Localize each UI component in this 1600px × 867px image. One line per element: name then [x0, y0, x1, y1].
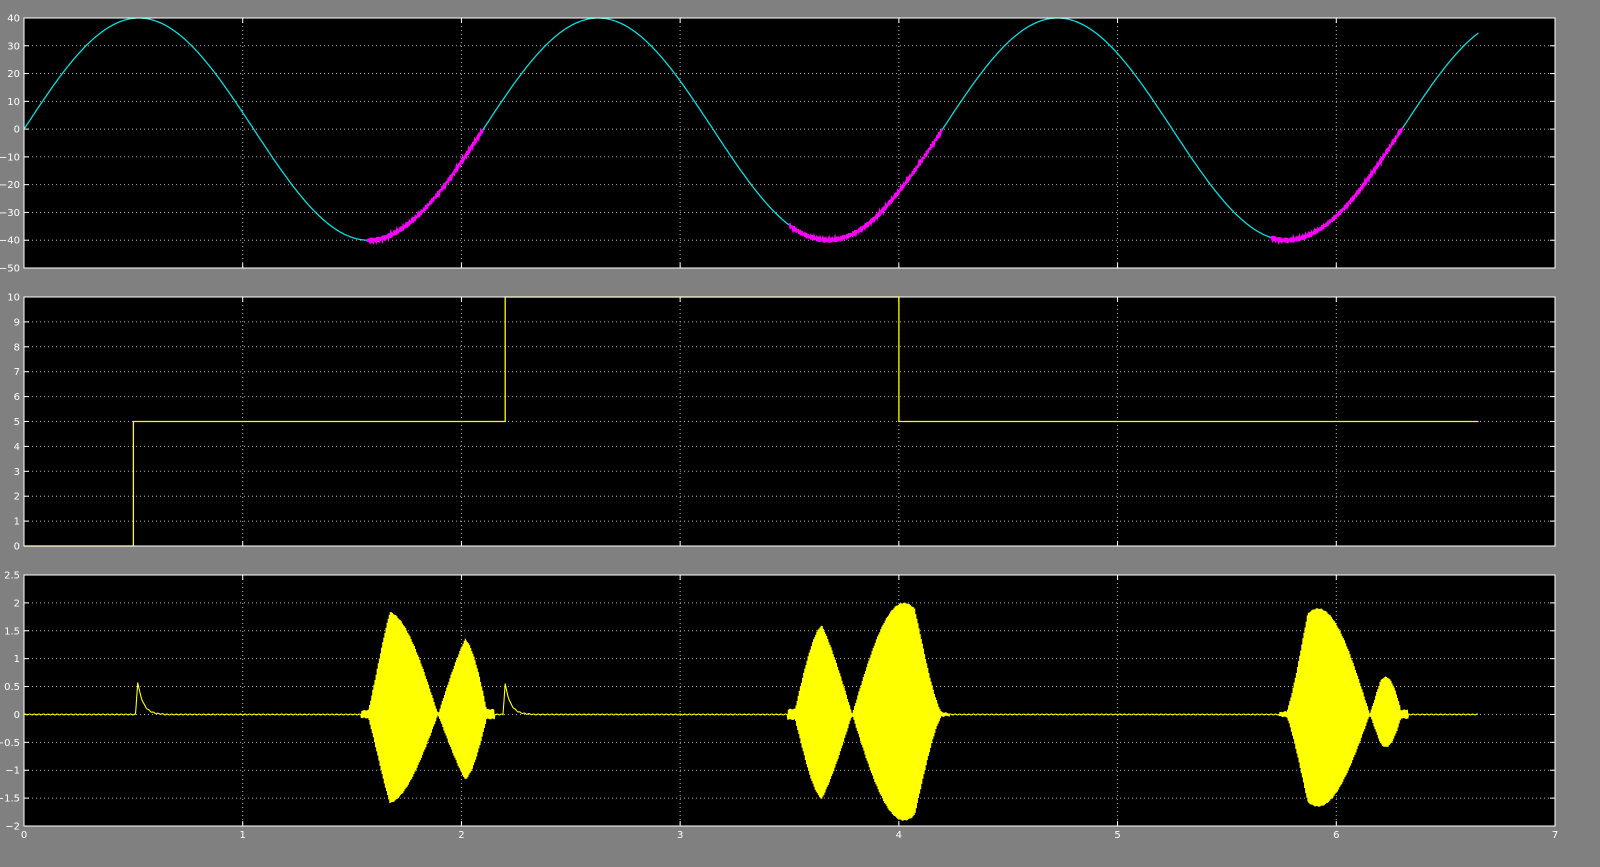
y-tick-label: 6: [14, 392, 20, 403]
y-tick-label: 0: [14, 710, 20, 721]
y-tick-label: −10: [0, 152, 20, 163]
x-tick-label: 6: [1333, 830, 1339, 841]
y-tick-label: 9: [14, 317, 20, 328]
y-tick-label: 30: [7, 41, 20, 52]
x-tick-label: 7: [1552, 830, 1558, 841]
axes-background: [24, 18, 1555, 268]
y-tick-label: −40: [0, 236, 20, 247]
plot-error-signal: −2 −1.5 −1 −0.5 0 0.5 1 1.5 2 2.5 0 1 2 3 4 5 6 7: [0, 571, 1558, 842]
y-tick-label: 7: [14, 367, 20, 378]
y-tick-label: 8: [14, 342, 20, 353]
y-tick-label: 2.5: [4, 571, 20, 582]
y-tick-label: −1: [5, 766, 20, 777]
y-tick-label: 10: [7, 293, 20, 304]
plot-phase-current: −50 −40 −30 −20 −10 0 10 20 30 40: [0, 14, 1556, 275]
plot-step-command: 0 1 2 3 4 5 6 7 8 9 10: [7, 293, 1556, 553]
y-tick-label: 3: [14, 467, 20, 478]
y-tick-label: −20: [0, 180, 20, 191]
y-tick-label: −50: [0, 264, 20, 275]
x-tick-label: 2: [458, 830, 464, 841]
y-tick-label: 0.5: [4, 682, 20, 693]
y-tick-label: 1.5: [4, 626, 20, 637]
y-tick-label: −1.5: [0, 794, 20, 805]
y-tick-label: −2: [5, 822, 20, 833]
y-tick-label: 40: [7, 14, 20, 25]
y-tick-label: 20: [7, 69, 20, 80]
y-tick-label: 1: [14, 517, 20, 528]
scope-figure: −50−40−30−20−10010203040 012345678910 −2…: [0, 14, 1558, 842]
y-tick-label: −30: [0, 208, 20, 219]
x-tick-label: 1: [240, 830, 246, 841]
y-tick-label: 0: [14, 125, 20, 136]
y-tick-label: 2: [14, 598, 20, 609]
x-tick-label: 3: [677, 830, 683, 841]
x-tick-label: 5: [1114, 830, 1120, 841]
y-tick-label: 10: [7, 97, 20, 108]
x-tick-label: 0: [21, 830, 27, 841]
y-tick-label: 2: [14, 492, 20, 503]
y-tick-label: 0: [14, 542, 20, 553]
y-tick-label: 5: [14, 417, 20, 428]
y-tick-label: −0.5: [0, 738, 20, 749]
x-tick-label: 4: [896, 830, 902, 841]
y-tick-label: 4: [14, 442, 20, 453]
y-tick-label: 1: [14, 654, 20, 665]
